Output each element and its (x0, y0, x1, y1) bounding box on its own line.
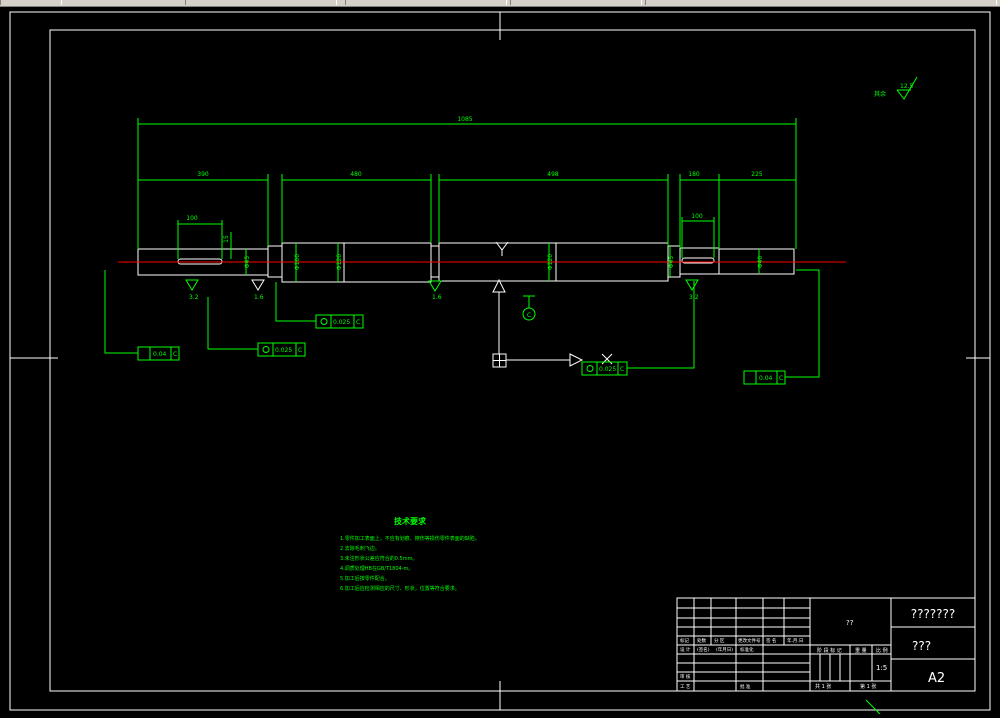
dim-seg3: 498 (547, 171, 559, 178)
section-view-symbol (492, 278, 613, 368)
stray-line (865, 699, 881, 715)
title-material: ?? (846, 619, 854, 627)
tech-req-item: 4.调质处理HB在GB/T1804-m。 (340, 565, 413, 572)
tech-req-item: 2.去除毛刺飞边。 (340, 545, 380, 552)
tolerance-frame-2: 0.025 C (207, 297, 306, 357)
title-review-label: 审 核 (680, 673, 691, 680)
technical-requirements: 技术要求 1.零件加工表面上，不应有划痕、擦伤等损伤零件表面的缺陷。 2.去除毛… (340, 516, 480, 592)
title-row-label: 更改文件号 (738, 637, 761, 644)
title-sheet-no: 第 1 张 (860, 683, 876, 690)
title-row-label: 标记 (680, 637, 689, 644)
toolbar-tab[interactable] (510, 0, 642, 5)
tolerance-datum-2: C (298, 347, 302, 354)
tech-req-item: 3.未注形状公差应符合的0.5mm。 (340, 555, 417, 562)
title-approve-label: 批 准 (740, 683, 751, 690)
dim-overall: 1085 (457, 116, 472, 123)
tolerance-frame-1: 0.04 C (104, 270, 180, 361)
datum-label: C (527, 312, 531, 319)
title-stage-label: 阶 段 标 记 (817, 647, 842, 654)
title-scale-label: 比 例 (876, 647, 888, 654)
tech-req-title: 技术要求 (394, 516, 427, 526)
title-process-label: 工 艺 (680, 684, 691, 690)
tolerance-frame-5: 0.04 C (743, 269, 820, 385)
tolerance-datum-1: C (173, 351, 177, 358)
toolbar-tab[interactable] (185, 0, 337, 5)
dim-height1: 15 (223, 235, 230, 243)
dim-seg2: 480 (350, 171, 362, 178)
roughness-value-3: 1.6 (432, 294, 442, 301)
tolerance-datum-4: C (620, 366, 624, 373)
dim-seg4: 180 (688, 171, 700, 178)
title-drawing-no: ??? (912, 639, 931, 653)
roughness-other: 其余 12.5 (874, 76, 918, 100)
roughness-symbol-4: 3.2 (685, 279, 699, 301)
dim-key1: 100 (186, 215, 198, 222)
toolbar-tab[interactable] (645, 0, 997, 5)
title-design-date: (年月日) (716, 646, 733, 653)
dia-label-b: Φ100 (294, 254, 301, 270)
tolerance-datum-3: C (356, 319, 360, 326)
tolerance-frame-3: 0.025 C (275, 282, 364, 329)
title-row-label: 年.月.日 (787, 637, 803, 644)
roughness-symbol-1: 3.2 (185, 279, 199, 301)
title-sheet-size: A2 (928, 671, 945, 686)
title-scale: 1:5 (876, 664, 887, 672)
tolerance-value-3: 0.025 (333, 319, 350, 326)
tolerance-datum-5: C (779, 375, 783, 382)
dim-key2: 100 (691, 213, 703, 220)
title-row-label: 处数 (697, 637, 706, 644)
roughness-other-label: 其余 (874, 90, 886, 98)
tolerance-value-5: 0.04 (759, 375, 773, 382)
title-sheet-total: 共 1 张 (815, 683, 831, 690)
datum-c: C (522, 295, 536, 321)
roughness-other-value: 12.5 (900, 83, 914, 90)
dim-seg1: 390 (197, 171, 209, 178)
tolerance-value-2: 0.025 (275, 347, 292, 354)
title-standardize: 标准化 (740, 646, 754, 653)
title-weight-label: 重 量 (855, 647, 867, 654)
title-row-label: 分 区 (714, 637, 725, 644)
shaft-step-7 (679, 247, 720, 275)
dia-label-d: Φ120 (547, 254, 554, 270)
drawing-canvas[interactable]: 1085 390 480 498 180 225 100 100 15 Φ45 … (0, 6, 1000, 715)
dia-label-c: Φ120 (336, 254, 343, 270)
tolerance-frame-4: 0.025 C (581, 281, 695, 376)
dia-label-f: Φ40 (757, 256, 764, 269)
tech-req-item: 6.加工后应检测相应的尺寸、形状，位置等符合要求。 (340, 585, 460, 592)
roughness-symbol-2: 1.6 (251, 279, 265, 301)
tech-req-item: 5.加工后按零件配合。 (340, 575, 390, 582)
roughness-value-2: 1.6 (254, 294, 264, 301)
toolbar-tab[interactable] (0, 0, 62, 5)
roughness-symbol-3: 1.6 (428, 280, 442, 301)
dia-label-a: Φ45 (244, 256, 251, 269)
tech-req-item: 1.零件加工表面上，不应有划痕、擦伤等损伤零件表面的缺陷。 (340, 535, 480, 542)
toolbar-tab[interactable] (345, 0, 507, 5)
overall-dimension: 1085 (137, 116, 797, 249)
dim-seg5: 225 (751, 171, 763, 178)
title-row-label: 签 名 (766, 637, 776, 644)
tolerance-value-1: 0.04 (153, 351, 167, 358)
tolerance-value-4: 0.025 (599, 366, 616, 373)
title-design-sign: (签名) (697, 646, 710, 653)
surface-mark-top (495, 241, 509, 256)
dia-label-e: Φ45 (668, 256, 675, 269)
title-part-name: ??????? (911, 607, 956, 621)
roughness-value-1: 3.2 (189, 294, 199, 301)
title-design-label: 设 计 (680, 646, 691, 653)
